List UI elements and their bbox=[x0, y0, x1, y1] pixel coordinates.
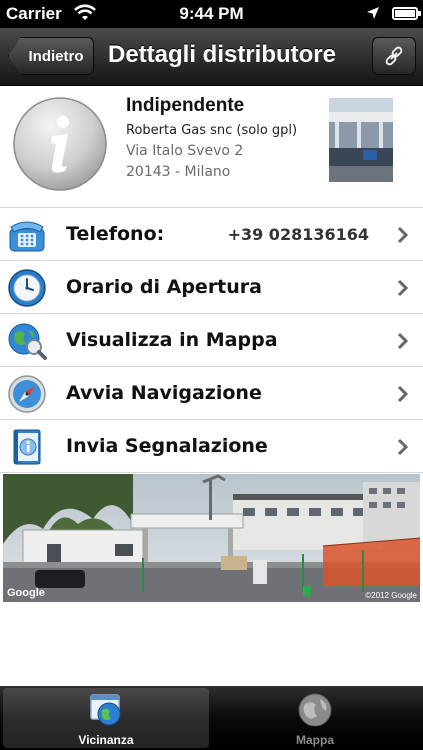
street-view-image[interactable]: Google ©2012 Google bbox=[3, 474, 420, 602]
link-icon bbox=[385, 46, 403, 66]
show-on-map-row[interactable]: Visualizza in Mappa bbox=[0, 314, 423, 367]
station-brand: Indipendente bbox=[126, 95, 245, 116]
chevron-right-icon bbox=[397, 385, 409, 403]
navigation-bar: Indietro Dettagli distributore bbox=[0, 28, 423, 86]
start-navigation-label: Avvia Navigazione bbox=[66, 382, 262, 404]
chevron-right-icon bbox=[397, 279, 409, 297]
opening-hours-label: Orario di Apertura bbox=[66, 276, 262, 298]
page-title: Dettagli distributore bbox=[107, 41, 336, 68]
globe-icon bbox=[298, 693, 332, 727]
phone-icon bbox=[9, 221, 45, 252]
status-bar: Carrier 9:44 PM bbox=[0, 0, 423, 28]
show-on-map-label: Visualizza in Mappa bbox=[66, 329, 278, 351]
opening-hours-row[interactable]: Orario di Apertura bbox=[0, 261, 423, 314]
phone-label: Telefono: bbox=[66, 223, 165, 245]
send-report-row[interactable]: Invia Segnalazione bbox=[0, 420, 423, 473]
nearby-globe-icon bbox=[90, 694, 121, 726]
tab-mappa[interactable]: Mappa bbox=[212, 688, 418, 748]
station-city: 20143 - Milano bbox=[126, 164, 231, 180]
chevron-right-icon bbox=[397, 438, 409, 456]
map-search-icon bbox=[8, 323, 47, 360]
link-button[interactable] bbox=[372, 37, 416, 75]
start-navigation-row[interactable]: Avvia Navigazione bbox=[0, 367, 423, 420]
tab-vicinanza-label: Vicinanza bbox=[78, 733, 134, 747]
location-arrow-icon bbox=[367, 7, 379, 19]
send-report-label: Invia Segnalazione bbox=[66, 435, 268, 457]
phone-row[interactable]: Telefono: +39 028136164 bbox=[0, 208, 423, 261]
report-book-icon bbox=[13, 429, 41, 465]
info-icon bbox=[13, 97, 107, 191]
chevron-right-icon bbox=[397, 226, 409, 244]
station-photo[interactable] bbox=[329, 98, 393, 182]
street-view-copyright: ©2012 Google bbox=[365, 591, 417, 600]
tab-bar: Vicinanza Mappa bbox=[0, 686, 423, 750]
phone-number: +39 028136164 bbox=[227, 225, 369, 244]
compass-icon bbox=[8, 375, 46, 413]
station-header: Indipendente Roberta Gas snc (solo gpl) … bbox=[0, 86, 423, 208]
clock-icon bbox=[8, 269, 46, 307]
action-list: Telefono: +39 028136164 Orario di Apertu… bbox=[0, 208, 423, 473]
chevron-right-icon bbox=[397, 332, 409, 350]
tab-mappa-label: Mappa bbox=[295, 733, 334, 747]
station-company: Roberta Gas snc (solo gpl) bbox=[126, 123, 298, 138]
back-button[interactable]: Indietro bbox=[8, 37, 94, 75]
battery-icon bbox=[392, 7, 421, 20]
google-logo: Google bbox=[7, 587, 45, 599]
station-address: Via Italo Svevo 2 bbox=[126, 143, 244, 159]
status-time: 9:44 PM bbox=[179, 4, 244, 23]
tab-vicinanza[interactable]: Vicinanza bbox=[3, 688, 209, 748]
